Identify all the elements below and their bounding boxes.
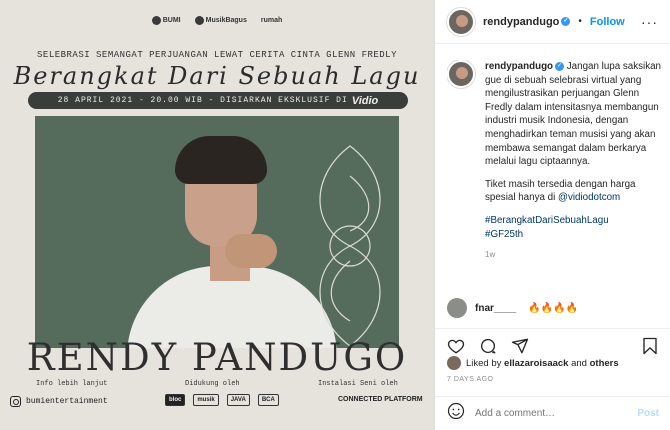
share-icon[interactable] <box>511 337 529 355</box>
header-username[interactable]: rendypandugo ✓ <box>483 16 571 28</box>
mention-link[interactable]: @vidiodotcom <box>558 192 620 203</box>
photo-hand <box>225 234 277 268</box>
musikbagus-logo: MusikBagus <box>194 16 247 25</box>
caption-body: Jangan lupa saksikan gue di sebuah seleb… <box>485 61 662 168</box>
comment-icon[interactable] <box>479 337 497 355</box>
sponsor-logo: BCA <box>257 394 279 406</box>
caption-age: 1w <box>485 250 496 260</box>
heart-icon[interactable] <box>447 337 465 355</box>
poster-headline: Berangkat Dari Sebuah Lagu <box>13 62 421 90</box>
post-caption: rendypandugo ✓ Jangan lupa saksikan gue d… <box>447 60 662 288</box>
sponsor-logo: bloc <box>165 394 186 406</box>
likes-line: Liked by ellazaroisaack and others <box>447 356 619 370</box>
emoji-icon[interactable] <box>447 402 465 425</box>
add-comment-input[interactable] <box>475 408 628 419</box>
comment-avatar[interactable] <box>447 298 467 318</box>
bookmark-icon[interactable] <box>641 337 659 355</box>
caption-username[interactable]: rendypandugo <box>485 61 553 72</box>
rumah-logo: rumah <box>260 17 283 24</box>
sponsor-logo: JAVA <box>226 394 250 406</box>
avatar[interactable] <box>447 7 475 36</box>
liker-username[interactable]: ellazaroisaack <box>504 358 568 369</box>
post-date: 7 DAYS AGO <box>447 376 494 383</box>
caption-avatar[interactable] <box>447 60 475 88</box>
likes-others-link[interactable]: others <box>590 358 619 369</box>
info-label: Info lebih lanjut <box>36 380 108 388</box>
poster-date-bar: 28 APRIL 2021 - 20.00 WIB - DISIARKAN EK… <box>28 92 408 109</box>
connected-platform-logo: CONNECTED PLATFORM <box>338 396 423 403</box>
photo-hair <box>175 136 267 184</box>
separator-dot: • <box>578 16 582 27</box>
vidio-logo: Vidio <box>351 94 379 107</box>
follow-button[interactable]: Follow <box>590 16 625 28</box>
sponsor-logo: musik <box>193 394 219 406</box>
comment-username[interactable]: fnar____ <box>475 303 516 314</box>
artist-name: RENDY PANDUGO <box>26 336 408 379</box>
poster-logos: BUMI MusikBagus rumah <box>0 16 434 25</box>
artist-photo <box>35 116 399 348</box>
verified-icon: ✓ <box>555 61 565 71</box>
post-button[interactable]: Post <box>637 408 659 419</box>
sponsor-logos: bloc musik JAVA BCA <box>165 394 279 406</box>
comment-row: fnar____ 🔥🔥🔥🔥 <box>447 298 662 318</box>
likes-prefix: Liked by <box>466 357 502 369</box>
bumi-logo: BUMI <box>151 16 181 25</box>
poster-instagram: bumientertainment <box>10 396 108 407</box>
ellipsis-icon[interactable]: ··· <box>641 14 658 30</box>
instagram-handle: bumientertainment <box>26 397 108 406</box>
poster-subtitle: SELEBRASI SEMANGAT PERJUANGAN LEWAT CERI… <box>37 50 397 60</box>
comment-text: 🔥🔥🔥🔥 <box>528 302 578 314</box>
post-header: rendypandugo ✓ • Follow ··· <box>435 0 670 44</box>
supported-label: Didukung oleh <box>185 380 240 388</box>
art-label: Instalasi Seni oleh <box>318 380 398 388</box>
likes-and: and <box>571 357 587 369</box>
instagram-icon <box>10 396 21 407</box>
post-sidebar: rendypandugo ✓ • Follow ··· rendypandugo ✓… <box>434 0 670 430</box>
hashtag-link[interactable]: #BerangkatDariSebuahLagu <box>485 215 609 226</box>
post-image[interactable]: BUMI MusikBagus rumah SELEBRASI SEMANGAT… <box>0 0 434 430</box>
poster-date: 28 APRIL 2021 - 20.00 WIB - DISIARKAN EK… <box>57 96 348 105</box>
line-art-decoration <box>319 145 381 347</box>
verified-icon: ✓ <box>561 17 571 27</box>
liker-avatar[interactable] <box>447 356 461 370</box>
add-comment-bar: Post <box>435 396 670 430</box>
hashtag-link[interactable]: #GF25th <box>485 229 523 240</box>
